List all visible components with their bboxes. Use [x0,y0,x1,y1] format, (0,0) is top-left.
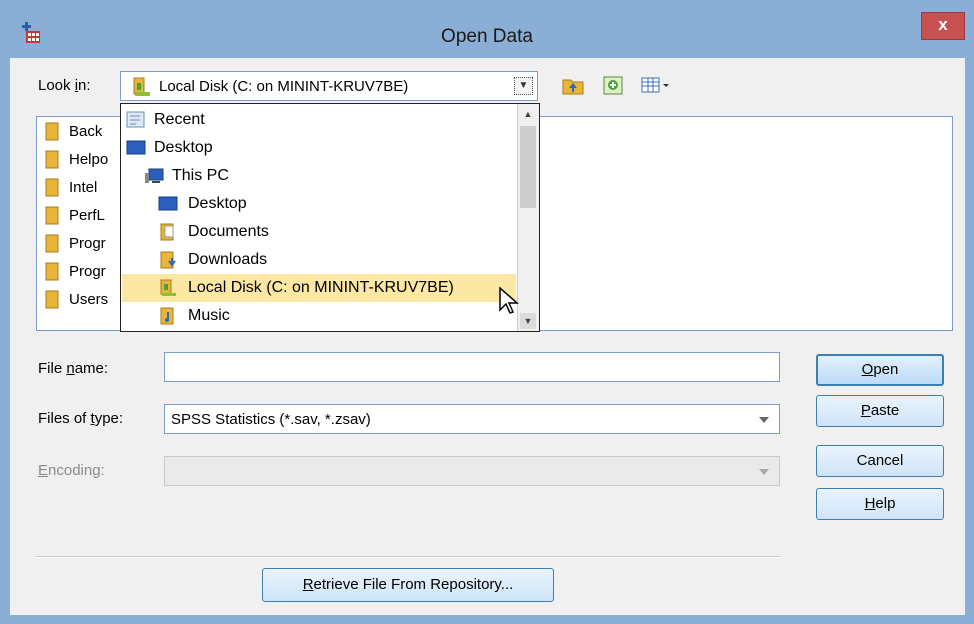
open-button[interactable]: Open [816,354,944,386]
folder-icon [45,290,59,309]
encoding-label: Encoding: [38,462,105,479]
dropdown-item-local-disk[interactable]: Local Disk (C: on MININT-KRUV7BE) [122,274,516,302]
retrieve-from-repository-button[interactable]: Retrieve File From Repository... [262,568,554,602]
dialog-body: Look in: Local Disk (C: on MININT-KRUV7B… [10,58,965,615]
desktop-icon [126,140,146,155]
local-disk-icon [133,77,150,96]
new-folder-icon[interactable] [602,74,624,96]
file-name-input[interactable] [164,352,780,382]
scrollbar-thumb[interactable] [520,126,536,208]
dropdown-scrollbar[interactable]: ▲ ▼ [517,104,539,331]
scroll-up-icon[interactable]: ▲ [520,106,536,122]
look-in-dropdown-button[interactable]: ▼ [514,77,533,95]
downloads-folder-icon [160,251,176,269]
folder-icon [45,122,59,141]
mouse-cursor-icon [499,286,519,314]
documents-folder-icon [160,223,174,241]
local-disk-icon [160,279,176,296]
window-title: Open Data [441,26,533,47]
divider [36,556,780,558]
up-folder-icon[interactable] [562,74,584,96]
dropdown-item-this-pc[interactable]: This PC [122,162,516,190]
close-button[interactable]: x [921,12,965,40]
desktop-icon [158,196,178,211]
files-of-type-select[interactable]: SPSS Statistics (*.sav, *.zsav) [164,404,780,434]
files-of-type-label: Files of type: [38,410,124,427]
look-in-combo[interactable]: Local Disk (C: on MININT-KRUV7BE) ▼ [120,71,538,101]
dropdown-item-music[interactable]: Music [122,302,516,330]
look-in-value: Local Disk (C: on MININT-KRUV7BE) [159,78,409,95]
scroll-down-icon[interactable]: ▼ [520,313,536,329]
chevron-down-icon [759,417,769,423]
dropdown-item-desktop[interactable]: Desktop [122,190,516,218]
cancel-button[interactable]: Cancel [816,445,944,477]
open-data-dialog: Open Data x Look in: Local Disk (C: on M… [0,0,974,624]
folder-icon [45,178,59,197]
folder-icon [45,262,59,281]
file-name-label: File name: [38,360,109,377]
recent-places-icon [126,111,145,128]
folder-icon [45,150,59,169]
folder-icon [45,206,59,225]
dropdown-item-recent[interactable]: Recent [122,106,516,134]
title-bar[interactable]: Open Data x [0,0,974,58]
paste-button[interactable]: Paste [816,395,944,427]
view-menu-icon[interactable] [640,74,674,96]
folder-icon [45,234,59,253]
chevron-down-icon [759,469,769,475]
music-folder-icon [160,307,174,325]
look-in-label: Look in: [38,77,91,94]
dropdown-item-downloads[interactable]: Downloads [122,246,516,274]
look-in-dropdown-list[interactable]: Recent Desktop This PC Desktop Documents… [120,103,540,332]
computer-icon [145,168,164,183]
dropdown-item-documents[interactable]: Documents [122,218,516,246]
dropdown-item-desktop[interactable]: Desktop [122,134,516,162]
help-button[interactable]: Help [816,488,944,520]
encoding-select[interactable] [164,456,780,486]
